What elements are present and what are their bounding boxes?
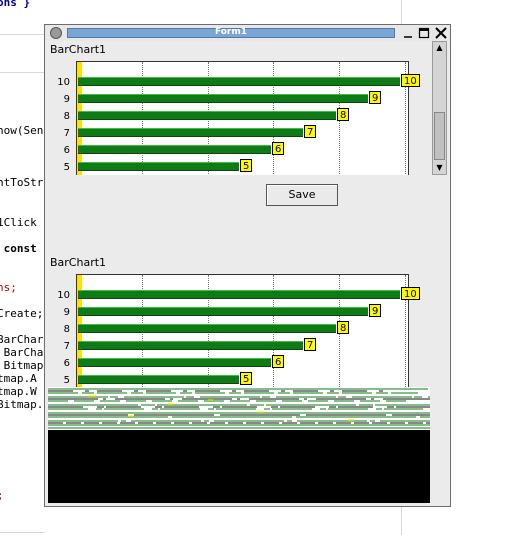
chart-bar: [78, 77, 400, 86]
chart-plot-area: 10 9 8 7 6 5: [76, 61, 420, 175]
chart-bar: [78, 358, 271, 367]
bar-value-label: 8: [337, 321, 350, 334]
y-axis-label: 6: [63, 145, 70, 156]
bar-value-label: 6: [272, 142, 285, 155]
code-line: BarChar: [0, 333, 44, 346]
y-axis-label: 8: [63, 111, 70, 122]
code-line: ons }: [0, 0, 31, 9]
bar-chart-bottom: BarChart1 10 9 8 7 6 5 10 9 8 7 6 5: [48, 254, 428, 389]
y-axis-label: 10: [57, 77, 70, 88]
bar-value-label: 10: [401, 287, 420, 300]
code-line: how(Sen: [0, 124, 44, 137]
code-line: BarCha: [0, 346, 44, 359]
code-line: tmap.W: [0, 385, 37, 398]
maximize-icon[interactable]: [417, 26, 431, 40]
chart-bar: [78, 341, 303, 350]
save-button[interactable]: Save: [266, 184, 338, 206]
bar-chart-top: BarChart1 10 9 8 7 6 5 10 9 8 7 6 5: [48, 41, 433, 175]
chart-bar: [78, 145, 271, 154]
editor-separator: [0, 532, 45, 533]
y-axis-label: 5: [63, 162, 70, 173]
y-axis-label: 6: [63, 358, 70, 369]
code-line: ;: [0, 489, 4, 502]
minimize-icon[interactable]: [401, 26, 415, 40]
code-line: Bitmap.: [0, 398, 44, 411]
bar-value-label: 5: [240, 159, 253, 172]
bar-value-label: 9: [369, 91, 382, 104]
bar-value-label: 9: [369, 304, 382, 317]
code-line: tmap.A: [0, 372, 37, 385]
chart-bar: [78, 375, 239, 384]
code-line: ns;: [0, 281, 17, 294]
chart-title: BarChart1: [50, 43, 107, 56]
chart-bar: [78, 162, 239, 171]
title-bar[interactable]: Form1: [45, 25, 450, 41]
bar-value-label: 10: [401, 74, 420, 87]
bar-value-label: 5: [240, 372, 253, 385]
chart-title: BarChart1: [50, 256, 107, 269]
bar-value-label: 7: [304, 338, 317, 351]
code-line: Create;: [0, 307, 44, 320]
y-axis-label: 7: [63, 128, 70, 139]
chart-bar: [78, 324, 336, 333]
bar-value-label: 7: [304, 125, 317, 138]
code-line: Bitmap: [0, 359, 44, 372]
bar-value-label: 8: [337, 108, 350, 121]
chart-bar: [78, 290, 400, 299]
y-axis-label: 5: [63, 375, 70, 386]
chart-bar: [78, 94, 368, 103]
rendering-artifact: [48, 387, 430, 430]
code-line: const: [0, 242, 37, 255]
y-axis-label: 9: [63, 94, 70, 105]
code-line: ntToStr: [0, 176, 44, 189]
scrollbar-thumb[interactable]: [434, 112, 445, 160]
code-editor[interactable]: ons } how(Sen ntToStr 1Click const ns; C…: [0, 0, 43, 502]
bar-value-label: 6: [272, 355, 285, 368]
vertical-scrollbar[interactable]: ▲ ▼: [432, 41, 447, 175]
black-render-area: [48, 430, 430, 503]
close-icon[interactable]: [434, 26, 448, 40]
chart-bar: [78, 128, 303, 137]
chart-bar: [78, 111, 336, 120]
y-axis-label: 10: [57, 290, 70, 301]
y-axis-label: 9: [63, 307, 70, 318]
scroll-down-icon[interactable]: ▼: [433, 162, 446, 174]
code-line: 1Click: [0, 216, 37, 229]
form-window[interactable]: Form1 BarChart1 10 9 8 7 6 5 10 9 8 7 6 5 ▲ ▼ Save…: [44, 24, 451, 507]
title-bar-caption: Form1: [67, 27, 395, 38]
y-axis-label: 8: [63, 324, 70, 335]
chart-plot-area: 10 9 8 7 6 5: [76, 274, 420, 389]
app-icon[interactable]: [50, 27, 62, 39]
window-title: Form1: [214, 27, 248, 37]
y-axis-label: 7: [63, 341, 70, 352]
scroll-up-icon[interactable]: ▲: [433, 42, 446, 54]
chart-bar: [78, 307, 368, 316]
